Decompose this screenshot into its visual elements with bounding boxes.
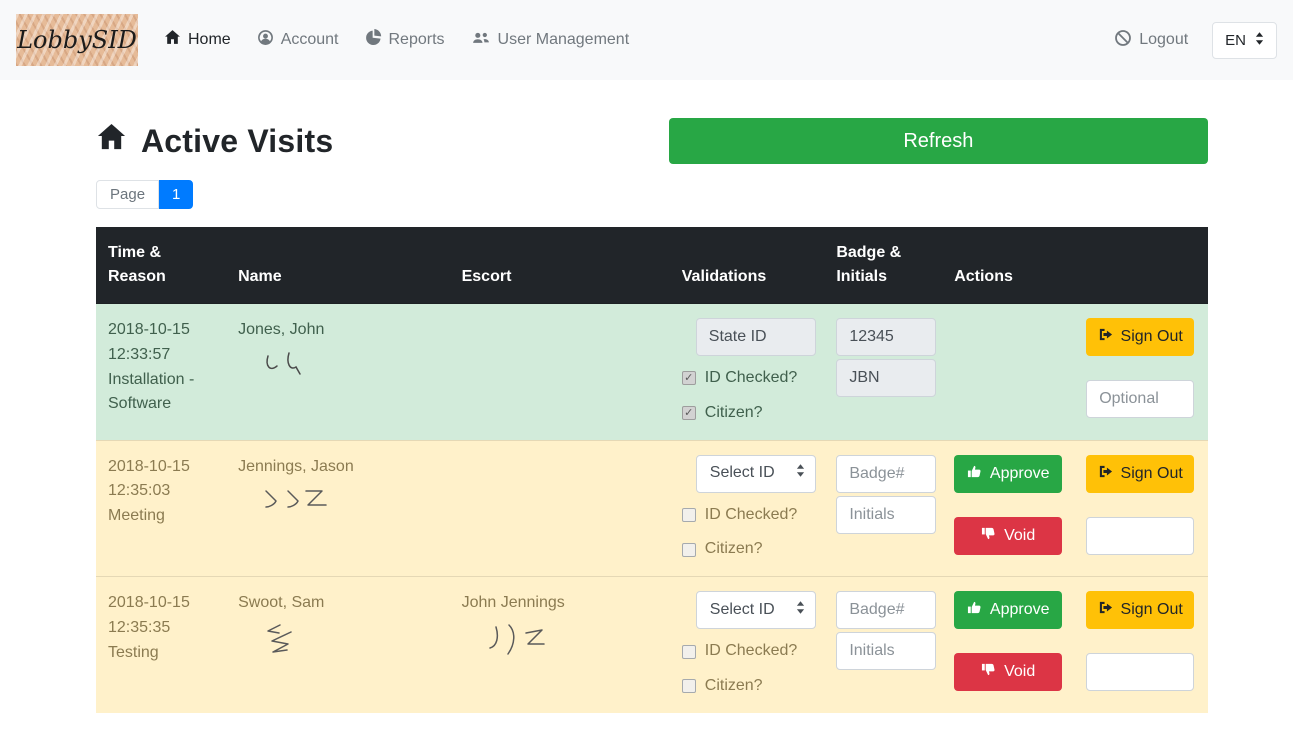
approve-void-column <box>954 318 1062 418</box>
visitor-signature <box>258 347 330 389</box>
sign-out-icon <box>1098 327 1113 347</box>
checkbox-unchecked-icon <box>682 645 696 659</box>
refresh-button[interactable]: Refresh <box>669 118 1208 164</box>
void-button[interactable]: Void <box>954 653 1062 691</box>
sign-out-button[interactable]: Sign Out <box>1086 591 1194 629</box>
account-icon <box>257 29 274 51</box>
page-title: Active Visits <box>96 122 333 161</box>
badge-number-input <box>836 318 936 356</box>
table-row: 2018-10-15 12:35:03 Meeting Jennings, Ja… <box>96 440 1208 577</box>
cell-name: Swoot, Sam <box>226 577 450 713</box>
id-type-input <box>696 318 816 356</box>
users-icon <box>471 29 491 51</box>
id-checked-checkbox: ✓ ID Checked? <box>682 366 813 391</box>
sign-out-icon <box>1098 464 1113 484</box>
approve-button[interactable]: Approve <box>954 591 1062 629</box>
escort-signature <box>482 620 566 666</box>
checkbox-unchecked-icon <box>682 508 696 522</box>
id-type-select[interactable]: Select ID <box>696 591 816 629</box>
reports-icon <box>365 29 382 51</box>
cell-escort: John Jennings <box>450 577 670 713</box>
pagination: Page 1 <box>96 180 193 209</box>
signout-initials-input[interactable] <box>1086 517 1194 555</box>
id-type-select[interactable]: Select ID <box>696 455 816 493</box>
nav-reports[interactable]: Reports <box>365 29 445 51</box>
cell-actions: Sign Out <box>942 304 1208 441</box>
cell-actions: Approve Void Sign Out <box>942 577 1208 713</box>
cell-badge-initials <box>824 440 942 577</box>
navbar-right: Logout EN <box>1114 22 1277 59</box>
col-header-actions: Actions <box>942 227 1208 304</box>
sign-out-button[interactable]: Sign Out <box>1086 318 1194 356</box>
active-visits-table: Time & Reason Name Escort Validations Ba… <box>96 227 1208 713</box>
signout-initials-input[interactable] <box>1086 380 1194 418</box>
nav-home[interactable]: Home <box>164 29 231 51</box>
sign-out-icon <box>1098 600 1113 620</box>
cell-badge-initials <box>824 304 942 441</box>
signout-initials-input[interactable] <box>1086 653 1194 691</box>
cell-time-reason: 2018-10-15 12:33:57 Installation - Softw… <box>96 304 226 441</box>
col-header-validations: Validations <box>670 227 825 304</box>
home-icon <box>164 29 181 51</box>
col-header-time-reason: Time & Reason <box>96 227 226 304</box>
cell-name: Jones, John <box>226 304 450 441</box>
initials-input[interactable] <box>836 496 936 534</box>
cell-validations: Select ID ID Checked? Citizen? <box>670 440 825 577</box>
pagination-page-1[interactable]: 1 <box>159 180 193 209</box>
checkbox-checked-icon: ✓ <box>682 371 696 385</box>
cell-time-reason: 2018-10-15 12:35:03 Meeting <box>96 440 226 577</box>
house-icon <box>96 122 127 161</box>
nav-user-management[interactable]: User Management <box>471 29 630 51</box>
cell-validations: ✓ ID Checked? ✓ Citizen? <box>670 304 825 441</box>
col-header-name: Name <box>226 227 450 304</box>
sign-out-button[interactable]: Sign Out <box>1086 455 1194 493</box>
thumbs-up-icon <box>967 464 982 484</box>
cell-badge-initials <box>824 577 942 713</box>
badge-number-input[interactable] <box>836 455 936 493</box>
visitor-signature <box>258 620 330 664</box>
thumbs-down-icon <box>981 526 996 546</box>
select-arrows-icon <box>1255 32 1264 49</box>
checkbox-checked-icon: ✓ <box>682 406 696 420</box>
badge-number-input[interactable] <box>836 591 936 629</box>
logout-ban-icon <box>1114 29 1132 52</box>
col-header-escort: Escort <box>450 227 670 304</box>
checkbox-unchecked-icon <box>682 679 696 693</box>
citizen-checkbox[interactable]: Citizen? <box>682 674 813 699</box>
navbar: LobbySID Home Account Reports User Manag… <box>0 0 1293 80</box>
initials-input[interactable] <box>836 632 936 670</box>
select-arrows-icon <box>796 598 805 623</box>
citizen-checkbox[interactable]: Citizen? <box>682 537 813 562</box>
cell-time-reason: 2018-10-15 12:35:35 Testing <box>96 577 226 713</box>
thumbs-up-icon <box>967 600 982 620</box>
checkbox-unchecked-icon <box>682 543 696 557</box>
id-checked-checkbox[interactable]: ID Checked? <box>682 503 813 528</box>
main-content: Active Visits Refresh Page 1 Time & Reas… <box>0 80 1293 733</box>
citizen-checkbox: ✓ Citizen? <box>682 401 813 426</box>
pagination-label: Page <box>96 180 159 209</box>
table-header-row: Time & Reason Name Escort Validations Ba… <box>96 227 1208 304</box>
cell-name: Jennings, Jason <box>226 440 450 577</box>
thumbs-down-icon <box>981 662 996 682</box>
initials-input <box>836 359 936 397</box>
cell-validations: Select ID ID Checked? Citizen? <box>670 577 825 713</box>
main-nav: Home Account Reports User Management <box>164 29 629 51</box>
approve-button[interactable]: Approve <box>954 455 1062 493</box>
id-checked-checkbox[interactable]: ID Checked? <box>682 639 813 664</box>
cell-escort <box>450 440 670 577</box>
void-button[interactable]: Void <box>954 517 1062 555</box>
cell-escort <box>450 304 670 441</box>
select-arrows-icon <box>796 461 805 486</box>
nav-account[interactable]: Account <box>257 29 339 51</box>
app-logo[interactable]: LobbySID <box>16 14 138 66</box>
table-row: 2018-10-15 12:35:35 Testing Swoot, Sam J… <box>96 577 1208 713</box>
table-row: 2018-10-15 12:33:57 Installation - Softw… <box>96 304 1208 441</box>
language-select[interactable]: EN <box>1212 22 1277 59</box>
cell-actions: Approve Void Sign Out <box>942 440 1208 577</box>
col-header-badge-initials: Badge & Initials <box>824 227 942 304</box>
visitor-signature <box>258 483 342 523</box>
nav-logout[interactable]: Logout <box>1114 29 1188 52</box>
app-logo-text: LobbySID <box>17 26 137 54</box>
